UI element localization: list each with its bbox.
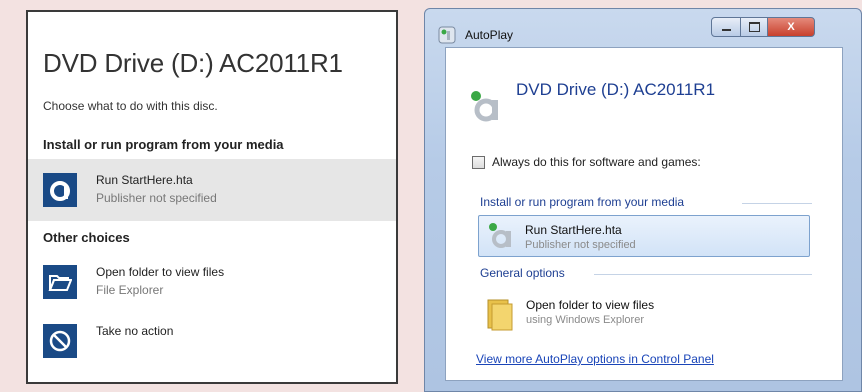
folder-icon	[43, 265, 77, 299]
run-starthere-option[interactable]: Run StartHere.hta Publisher not specifie…	[28, 159, 396, 221]
group-divider	[742, 203, 812, 204]
dialog-title: DVD Drive (D:) AC2011R1	[516, 80, 716, 99]
option-sublabel: Publisher not specified	[96, 191, 217, 205]
minimize-icon	[721, 29, 731, 31]
close-button[interactable]: X	[767, 17, 815, 37]
autoplay-icon	[438, 26, 456, 44]
option-sublabel: File Explorer	[96, 283, 164, 297]
no-action-icon	[43, 324, 77, 358]
group-install-heading: Install or run program from your media	[480, 195, 685, 209]
group-general-heading: General options	[480, 266, 565, 280]
maximize-button[interactable]	[740, 17, 768, 37]
more-options-link[interactable]: View more AutoPlay options in Control Pa…	[476, 352, 714, 366]
group-divider	[594, 274, 812, 275]
dialog-content: DVD Drive (D:) AC2011R1 Always do this f…	[445, 47, 843, 381]
take-no-action-option[interactable]: Take no action	[28, 310, 396, 372]
open-folder-option[interactable]: Open folder to view files using Windows …	[478, 292, 810, 336]
panel-subtitle: Choose what to do with this disc.	[43, 99, 218, 113]
run-starthere-option[interactable]: Run StartHere.hta Publisher not specifie…	[478, 215, 810, 257]
app-icon	[43, 173, 77, 207]
open-folder-option[interactable]: Open folder to view files File Explorer	[28, 251, 396, 313]
option-label: Open folder to view files	[526, 298, 655, 312]
panel-title: DVD Drive (D:) AC2011R1	[43, 48, 343, 78]
section-install-heading: Install or run program from your media	[43, 137, 284, 152]
maximize-icon	[748, 22, 760, 32]
always-do-this-checkbox[interactable]	[472, 156, 485, 169]
option-label: Run StartHere.hta	[96, 173, 193, 187]
win10-autoplay-panel: DVD Drive (D:) AC2011R1 Choose what to d…	[26, 10, 398, 384]
option-sublabel: Publisher not specified	[525, 239, 636, 251]
option-label: Take no action	[96, 324, 174, 338]
window-close-icon: X	[787, 21, 795, 33]
win7-autoplay-window: AutoPlay X DVD Drive (D:) AC2011R1 Alway…	[424, 8, 862, 392]
option-label: Run StartHere.hta	[525, 223, 622, 237]
option-sublabel: using Windows Explorer	[526, 314, 644, 326]
window-title: AutoPlay	[465, 28, 514, 42]
section-other-heading: Other choices	[43, 230, 130, 245]
checkbox-label: Always do this for software and games:	[492, 155, 701, 169]
app-icon	[487, 220, 519, 257]
option-label: Open folder to view files	[96, 265, 225, 279]
minimize-button[interactable]	[711, 17, 741, 37]
folder-icon	[486, 296, 516, 337]
drive-icon	[468, 86, 508, 131]
